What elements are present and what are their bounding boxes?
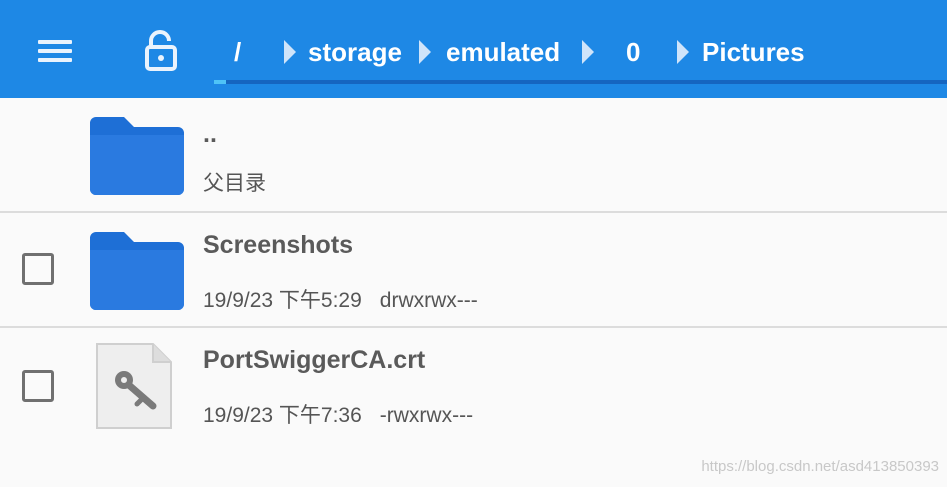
watermark: https://blog.csdn.net/asd413850393 [701,458,939,475]
file-permissions: -rwxrwx--- [379,404,474,427]
breadcrumb-pictures[interactable]: Pictures [702,34,805,70]
folder-icon [86,230,186,312]
list-item-parent[interactable]: .. 父目录 [0,98,947,212]
app-bar: / storage emulated 0 Pictures [0,0,947,98]
file-date: 19/9/23 下午5:29 [203,289,362,312]
breadcrumb-scrollbar[interactable] [214,80,947,84]
file-date: 19/9/23 下午7:36 [203,404,362,427]
key-file-icon [95,342,173,430]
unlocked-padlock-icon[interactable] [143,30,179,72]
file-subtitle: 父目录 [203,172,266,195]
chevron-right-icon [419,40,431,64]
chevron-right-icon [677,40,689,64]
file-meta: 19/9/23 下午7:36 -rwxrwx--- [203,402,473,430]
file-name: PortSwiggerCA.crt [203,346,426,374]
file-name: Screenshots [203,231,354,259]
breadcrumb-0[interactable]: 0 [626,34,640,70]
checkbox[interactable] [22,253,54,285]
file-permissions: drwxrwx--- [379,289,478,312]
breadcrumb-root[interactable]: / [234,34,241,70]
breadcrumb-storage[interactable]: storage [308,34,402,70]
breadcrumb-scroll-thumb [214,80,226,84]
folder-icon [86,115,186,197]
list-item[interactable]: PortSwiggerCA.crt 19/9/23 下午7:36 -rwxrwx-… [0,328,947,448]
file-meta: 19/9/23 下午5:29 drwxrwx--- [203,287,478,315]
chevron-right-icon [582,40,594,64]
list-item[interactable]: Screenshots 19/9/23 下午5:29 drwxrwx--- [0,213,947,327]
hamburger-menu-icon[interactable] [38,36,74,66]
file-name: .. [203,120,217,148]
chevron-right-icon [284,40,296,64]
breadcrumb-emulated[interactable]: emulated [446,34,560,70]
checkbox[interactable] [22,370,54,402]
